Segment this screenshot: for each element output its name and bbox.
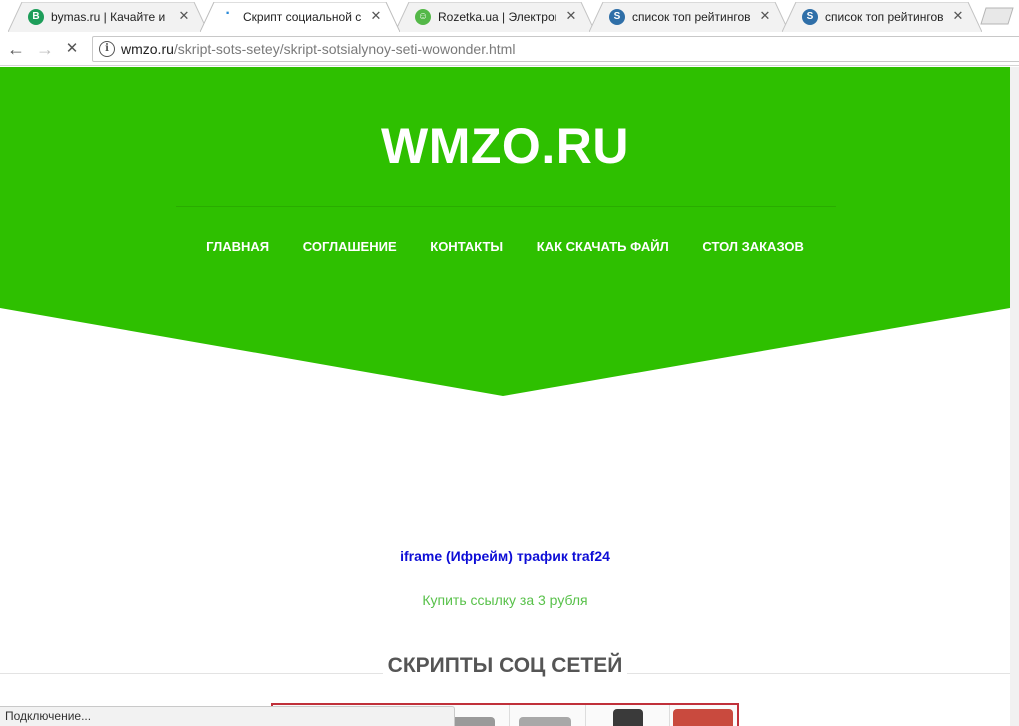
section-divider-left [0, 673, 383, 674]
product-image[interactable] [673, 709, 733, 726]
browser-tab-2-active[interactable]: · Скрипт социальной сети ✕ [200, 2, 400, 32]
banner-divider [585, 705, 586, 726]
back-icon[interactable]: ← [6, 39, 26, 59]
banner-divider [509, 705, 510, 726]
banner-divider [669, 705, 670, 726]
tab-favicon-icon: S [609, 9, 625, 25]
tab-close-icon[interactable]: ✕ [757, 8, 773, 24]
url-text: wmzo.ru/skript-sots-setey/skript-sotsial… [121, 41, 515, 58]
tab-title: список топ рейтингов к [825, 10, 943, 24]
site-logo[interactable]: WMZO.RU [0, 117, 1010, 175]
product-image[interactable] [519, 717, 571, 726]
menu-item-how-to-download[interactable]: КАК СКАЧАТЬ ФАЙЛ [537, 239, 669, 254]
forward-icon[interactable]: → [35, 39, 55, 59]
tab-title: Rozetka.ua | Электроваф [438, 10, 556, 24]
tab-favicon-icon: B [28, 9, 44, 25]
promo-link[interactable]: iframe (Ифрейм) трафик traf24 [0, 548, 1010, 564]
site-info-icon[interactable]: i [99, 41, 115, 57]
tab-strip: B bymas.ru | Качайте и пол ✕ ☺ Rozetka.u… [0, 0, 1019, 32]
section-title: СКРИПТЫ СОЦ СЕТЕЙ [383, 654, 627, 678]
tab-title: bymas.ru | Качайте и пол [51, 10, 169, 24]
tab-loading-icon: · [225, 5, 231, 22]
browser-tab-3[interactable]: ☺ Rozetka.ua | Электроваф ✕ [395, 2, 595, 32]
section-divider-right [627, 673, 1010, 674]
menu-item-order-desk[interactable]: СТОЛ ЗАКАЗОВ [702, 239, 804, 254]
menu-item-agreement[interactable]: СОГЛАШЕНИЕ [303, 239, 397, 254]
browser-toolbar: ← → ✕ i wmzo.ru/skript-sots-setey/skript… [0, 32, 1019, 66]
tab-close-icon[interactable]: ✕ [368, 8, 384, 24]
url-path: /skript-sots-setey/skript-sotsialynoy-se… [173, 41, 516, 57]
browser-tab-1[interactable]: B bymas.ru | Качайте и пол ✕ [8, 2, 208, 32]
browser-tab-4[interactable]: S список топ рейтингов к ✕ [589, 2, 789, 32]
menu-item-contacts[interactable]: КОНТАКТЫ [430, 239, 503, 254]
status-bubble: Подключение... [0, 706, 455, 726]
address-bar[interactable]: i wmzo.ru/skript-sots-setey/skript-sotsi… [92, 36, 1019, 62]
product-image[interactable] [613, 709, 643, 726]
stop-loading-icon[interactable]: ✕ [62, 39, 82, 59]
new-tab-button[interactable] [980, 7, 1014, 25]
header-divider [176, 206, 836, 207]
tab-title: список топ рейтингов к [632, 10, 750, 24]
browser-tab-5[interactable]: S список топ рейтингов к ✕ [782, 2, 982, 32]
tab-close-icon[interactable]: ✕ [563, 8, 579, 24]
tab-title: Скрипт социальной сети [243, 10, 361, 24]
main-menu: ГЛАВНАЯ СОГЛАШЕНИЕ КОНТАКТЫ КАК СКАЧАТЬ … [0, 239, 1010, 254]
menu-item-home[interactable]: ГЛАВНАЯ [206, 239, 269, 254]
tab-favicon-icon: ☺ [415, 9, 431, 25]
tab-close-icon[interactable]: ✕ [176, 8, 192, 24]
page-scrollbar[interactable] [1010, 67, 1019, 726]
tab-close-icon[interactable]: ✕ [950, 8, 966, 24]
page-content: WMZO.RU ГЛАВНАЯ СОГЛАШЕНИЕ КОНТАКТЫ КАК … [0, 67, 1010, 726]
tab-favicon-icon: S [802, 9, 818, 25]
site-header: WMZO.RU ГЛАВНАЯ СОГЛАШЕНИЕ КОНТАКТЫ КАК … [0, 67, 1010, 397]
buy-link[interactable]: Купить ссылку за 3 рубля [0, 592, 1010, 608]
url-host: wmzo.ru [121, 41, 174, 57]
